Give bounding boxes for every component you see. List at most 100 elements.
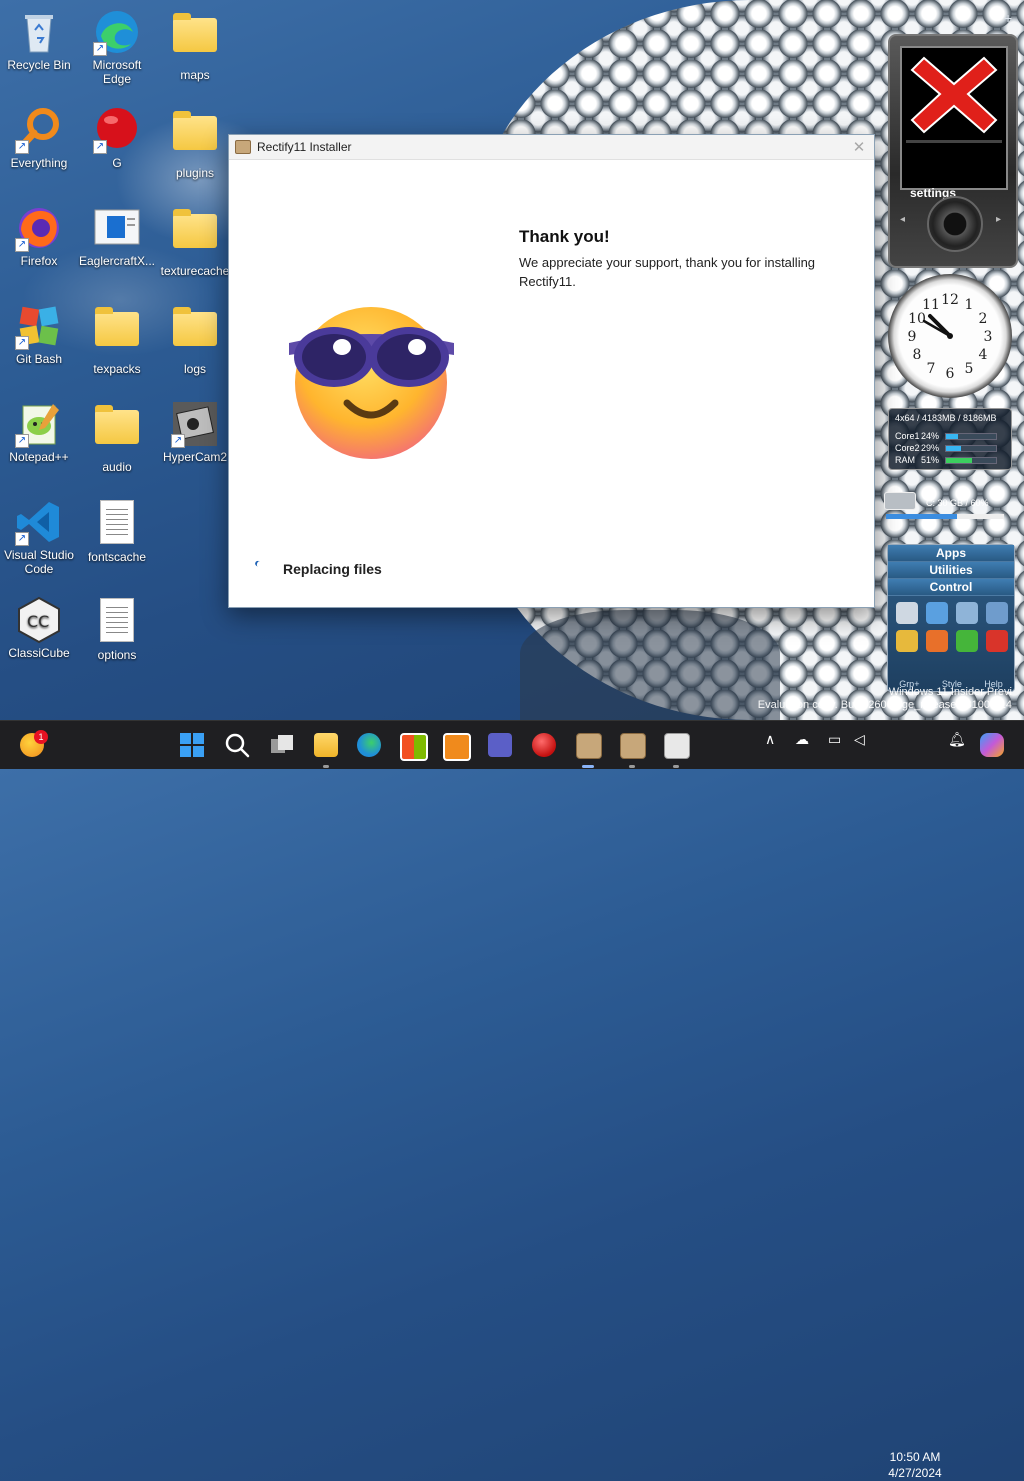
shutdown-icon[interactable] <box>986 630 1008 652</box>
desktop-icon-firefox[interactable]: ↗ Firefox <box>0 204 78 268</box>
svg-text:5: 5 <box>965 361 974 377</box>
desktop-icon-texpacks[interactable]: texpacks <box>78 302 156 376</box>
desktop-icon-everything[interactable]: ↗ Everything <box>0 106 78 170</box>
installer-titlebar[interactable]: Rectify11 Installer ✕ <box>229 135 874 160</box>
desktop-icon-eaglercraftx[interactable]: EaglercraftX... <box>78 204 156 268</box>
desktop-icon-vscode[interactable]: ↗ Visual Studio Code <box>0 498 78 576</box>
previous-icon[interactable]: ◂ <box>900 214 905 225</box>
cpu-bar-fill <box>946 433 958 439</box>
desktop-icon-label: plugins <box>175 166 215 180</box>
desktop-icon-label: HyperCam2 <box>162 450 228 464</box>
taskbar-media-player[interactable] <box>441 731 471 761</box>
launcher-tab-apps[interactable]: Apps <box>888 545 1014 562</box>
desktop-icon-git-bash[interactable]: ↗ Git Bash <box>0 302 78 366</box>
taskbar-rectify11-installer[interactable] <box>574 731 602 768</box>
play-wheel-button[interactable] <box>927 196 983 252</box>
desktop-icon-options[interactable]: options <box>78 596 156 662</box>
desktop-icon-label: logs <box>183 362 206 376</box>
cpu-bar <box>945 444 997 452</box>
cpu-meter-gadget[interactable]: 4x64 / 4183MB / 8186MB Core1 24% Core2 2… <box>888 408 1012 470</box>
red-ball-icon <box>532 733 556 757</box>
tray-overflow-chevron-icon[interactable]: ∧ <box>765 731 775 748</box>
desktop-icon-label: maps <box>180 68 210 82</box>
desktop-icon-edge[interactable]: ↗ Microsoft Edge <box>78 8 156 86</box>
taskbar-teams[interactable] <box>486 731 514 759</box>
svg-text:6: 6 <box>946 366 955 382</box>
svg-text:8: 8 <box>913 347 922 363</box>
store-icon <box>400 733 428 761</box>
installer-window[interactable]: Rectify11 Installer ✕ Thank you! We appr <box>228 134 875 608</box>
shortcut-arrow-icon: ↗ <box>15 140 29 154</box>
desktop-icon-plugins[interactable]: plugins <box>156 106 234 180</box>
drive-meter-gadget[interactable]: C: 30 GB / 60% <box>884 488 1008 528</box>
volume-muted-icon[interactable]: ◁ <box>854 731 865 748</box>
windows-start-icon <box>180 733 204 757</box>
git-bash-icon: ↗ <box>15 302 63 350</box>
taskbar-installer-2[interactable] <box>618 731 646 768</box>
cpu-row-name: Core1 <box>895 431 920 441</box>
desktop-icon-logs[interactable]: logs <box>156 302 234 376</box>
desktop-icon-fontscache[interactable]: fontscache <box>78 498 156 564</box>
desktop-icon-label: texturecache <box>160 264 230 278</box>
desktop-icon-audio[interactable]: audio <box>78 400 156 474</box>
svg-text:3: 3 <box>984 329 993 345</box>
desktop-icon-maps[interactable]: maps <box>156 8 234 82</box>
recycle-bin-icon[interactable] <box>896 602 918 624</box>
desktop-icon-hypercam2[interactable]: ↗ HyperCam2 <box>156 400 234 464</box>
task-view-button[interactable] <box>268 731 296 759</box>
desktop-icon-texturecache[interactable]: texturecache <box>156 204 234 278</box>
network-icon[interactable]: ▭ <box>828 731 841 748</box>
taskbar-package[interactable] <box>662 731 690 768</box>
media-player-gadget[interactable]: settings ◂ ▸ <box>888 34 1018 268</box>
thank-you-message: We appreciate your support, thank you fo… <box>519 255 816 289</box>
start-button[interactable] <box>178 731 206 759</box>
display-icon[interactable] <box>986 602 1008 624</box>
clock-gadget[interactable]: 12 1 2 345 678 9 10 11 <box>888 274 1012 398</box>
classicube-icon: CC <box>15 596 63 644</box>
search-button[interactable] <box>223 731 251 759</box>
copilot-button[interactable] <box>978 731 1006 759</box>
monitor-icon[interactable] <box>926 602 948 624</box>
cpu-row-name: Core2 <box>895 443 920 453</box>
cpu-bar <box>945 432 997 440</box>
folder-icon <box>95 307 139 346</box>
desktop-icon-label: Firefox <box>20 254 58 268</box>
shortcut-arrow-icon: ↗ <box>93 140 107 154</box>
desktop-icon-label: Git Bash <box>15 352 63 366</box>
notification-bell-icon[interactable]: 🔔︎ <box>948 731 966 748</box>
taskbar-store[interactable] <box>398 731 428 761</box>
taskbar-g[interactable] <box>530 731 558 759</box>
cpu-row-pct: 29% <box>921 443 940 453</box>
taskbar-file-explorer[interactable] <box>312 731 340 768</box>
gadget-add-icon[interactable]: + <box>1004 10 1012 26</box>
desktop-icon-classicube[interactable]: CC ClassiCube <box>0 596 78 660</box>
desktop-icon-notepadpp[interactable]: ↗ Notepad++ <box>0 400 78 464</box>
folder-icon <box>173 111 217 150</box>
restart-icon[interactable] <box>956 630 978 652</box>
drive-label: C: 30 GB / 60% <box>926 498 989 508</box>
windows-icon[interactable] <box>956 602 978 624</box>
power-icon[interactable] <box>926 630 948 652</box>
cpu-row-core1: Core1 24% <box>895 431 997 441</box>
taskbar-clock[interactable]: 10:50 AM 4/27/2024 <box>880 1449 950 1481</box>
desktop-icon-label: EaglercraftX... <box>78 254 156 268</box>
text-file-icon <box>100 598 134 642</box>
red-ball-icon: ↗ <box>93 106 141 154</box>
launcher-gadget[interactable]: Apps Utilities Control Grp+ Style Help <box>887 544 1015 692</box>
taskbar-edge[interactable] <box>355 731 383 759</box>
onedrive-offline-icon[interactable]: ☁ <box>795 731 809 748</box>
desktop-icon-g[interactable]: ↗ G <box>78 106 156 170</box>
launcher-tab-utilities[interactable]: Utilities <box>888 562 1014 579</box>
desktop-icon-label: texpacks <box>93 362 141 376</box>
drive-usage-fill <box>886 514 957 519</box>
lock-icon[interactable] <box>896 630 918 652</box>
package-icon <box>664 733 690 759</box>
weather-notification-badge: 1 <box>34 730 48 744</box>
desktop-icon-recycle-bin[interactable]: Recycle Bin <box>0 8 78 72</box>
launcher-tab-control[interactable]: Control <box>888 579 1014 596</box>
svg-text:9: 9 <box>908 329 917 345</box>
cpu-row-pct: 51% <box>921 455 940 465</box>
svg-text:1: 1 <box>965 297 974 313</box>
next-icon[interactable]: ▸ <box>996 214 1001 225</box>
close-button[interactable]: ✕ <box>844 138 874 156</box>
